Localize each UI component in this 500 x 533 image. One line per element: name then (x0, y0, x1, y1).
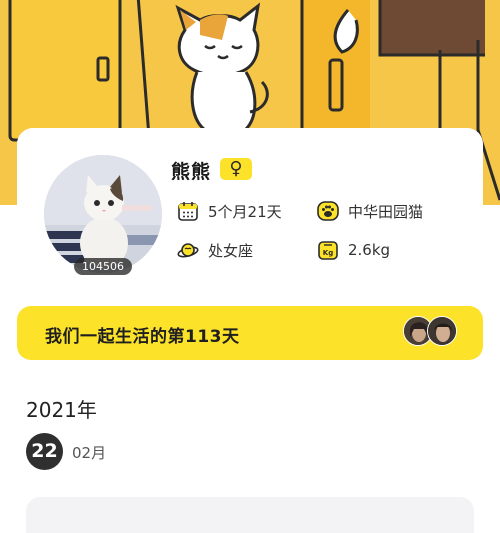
pet-breed-value: 中华田园猫 (348, 202, 424, 221)
timeline-post-card[interactable] (26, 497, 474, 533)
together-days-text: 我们一起生活的第113天 (45, 327, 240, 347)
svg-text:Kg: Kg (323, 249, 333, 257)
scale-icon: Kg (317, 239, 339, 261)
pet-zodiac: 处女座 (177, 239, 253, 261)
calendar-icon (177, 200, 199, 222)
cat-photo (44, 155, 162, 273)
pet-id-badge: 104506 (74, 258, 132, 275)
owner-avatar-2[interactable] (427, 316, 457, 346)
pet-name: 熊熊 (171, 161, 212, 183)
timeline-day-badge: 22 (26, 433, 63, 470)
pet-avatar[interactable] (44, 155, 162, 273)
pet-age: 5个月21天 (177, 200, 282, 222)
zodiac-icon (177, 239, 199, 261)
pet-weight-value: 2.6kg (348, 241, 391, 259)
female-gender-icon: ♀ (220, 158, 252, 180)
pet-breed: 中华田园猫 (317, 200, 423, 222)
together-days-banner[interactable]: 我们一起生活的第113天 (17, 306, 483, 360)
pet-weight: Kg 2.6kg (317, 239, 390, 261)
timeline-month: 02月 (72, 444, 107, 462)
timeline-year: 2021年 (26, 398, 97, 422)
paw-icon (317, 200, 339, 222)
pet-zodiac-value: 处女座 (208, 241, 254, 260)
pet-age-value: 5个月21天 (208, 202, 282, 221)
pet-profile-card[interactable]: 104506 熊熊 ♀ 5个月21天 中华田园猫 处女座 Kg 2.6kg (17, 128, 483, 296)
